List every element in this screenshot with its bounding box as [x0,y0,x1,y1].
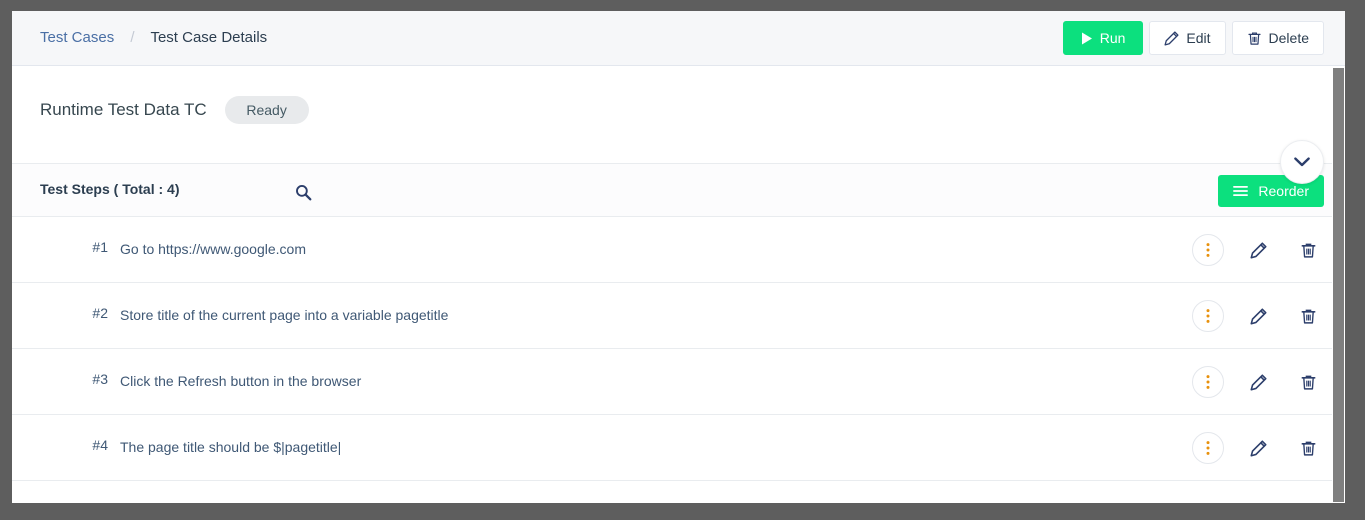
run-button-label: Run [1099,30,1126,46]
pencil-icon [1249,373,1267,391]
row-edit-button[interactable] [1242,234,1274,266]
trash-icon [1247,31,1262,46]
test-steps-list: #1 Go to https://www.google.com #2 Store ti… [12,217,1345,481]
breadcrumb-link-test-cases[interactable]: Test Cases [40,29,114,46]
step-number: #1 [92,239,108,255]
play-icon [1081,32,1093,45]
table-row[interactable]: #3 Click the Refresh button in the browse… [12,349,1345,415]
step-number: #2 [92,305,108,321]
row-edit-button[interactable] [1242,432,1274,464]
edit-button-label: Edit [1186,30,1211,46]
step-number: #3 [92,371,108,387]
row-more-options-button[interactable] [1192,432,1224,464]
test-steps-heading: Test Steps ( Total : 4) [40,181,180,197]
run-button[interactable]: Run [1062,21,1144,55]
breadcrumb-separator: / [130,29,135,46]
header-action-buttons: Run Edit Delete [1062,21,1324,55]
trash-icon [1300,374,1317,391]
reorder-button-label: Reorder [1258,183,1309,199]
row-more-options-button[interactable] [1192,300,1224,332]
test-case-details-card: Test Cases / Test Case Details Run Edit [12,11,1345,503]
vertical-dots-icon [1206,440,1210,456]
row-action-buttons [1192,366,1324,398]
chevron-down-icon [1294,157,1310,167]
pencil-icon [1164,30,1179,46]
pencil-icon [1249,439,1267,457]
pencil-icon [1249,241,1267,259]
test-steps-section-header: Test Steps ( Total : 4) Reorder [12,163,1345,217]
row-more-options-button[interactable] [1192,234,1224,266]
row-action-buttons [1192,234,1324,266]
pencil-icon [1249,307,1267,325]
row-delete-button[interactable] [1292,234,1324,266]
step-description[interactable]: Go to https://www.google.com [120,239,306,259]
row-action-buttons [1192,300,1324,332]
table-row[interactable]: #1 Go to https://www.google.com [12,217,1345,283]
edit-button[interactable]: Edit [1149,21,1226,55]
trash-icon [1300,308,1317,325]
page-title: Runtime Test Data TC [40,100,207,119]
trash-icon [1300,440,1317,457]
hamburger-icon [1233,185,1249,197]
collapse-toggle-button[interactable] [1280,140,1324,184]
step-number: #4 [92,437,108,453]
row-edit-button[interactable] [1242,300,1274,332]
row-edit-button[interactable] [1242,366,1274,398]
vertical-dots-icon [1206,374,1210,390]
delete-button[interactable]: Delete [1231,21,1324,55]
page-header: Test Cases / Test Case Details Run Edit [12,11,1345,66]
step-description[interactable]: Store title of the current page into a v… [120,305,448,325]
row-delete-button[interactable] [1292,432,1324,464]
trash-icon [1300,242,1317,259]
row-delete-button[interactable] [1292,300,1324,332]
breadcrumb-current-test-case-details: Test Case Details [150,29,268,46]
search-icon [295,184,312,201]
breadcrumb: Test Cases / Test Case Details [40,28,267,48]
status-badge: Ready [224,96,309,124]
vertical-dots-icon [1206,242,1210,258]
delete-button-label: Delete [1268,30,1309,46]
row-action-buttons [1192,432,1324,464]
table-row[interactable]: #4 The page title should be $|pagetitle| [12,415,1345,481]
row-more-options-button[interactable] [1192,366,1224,398]
search-button[interactable] [289,178,317,206]
step-description[interactable]: Click the Refresh button in the browser [120,371,361,391]
table-row[interactable]: #2 Store title of the current page into a… [12,283,1345,349]
test-case-title-row: Runtime Test Data TC Ready [40,96,309,124]
step-description[interactable]: The page title should be $|pagetitle| [120,437,341,457]
row-delete-button[interactable] [1292,366,1324,398]
vertical-scrollbar-thumb[interactable] [1333,68,1344,502]
vertical-dots-icon [1206,308,1210,324]
